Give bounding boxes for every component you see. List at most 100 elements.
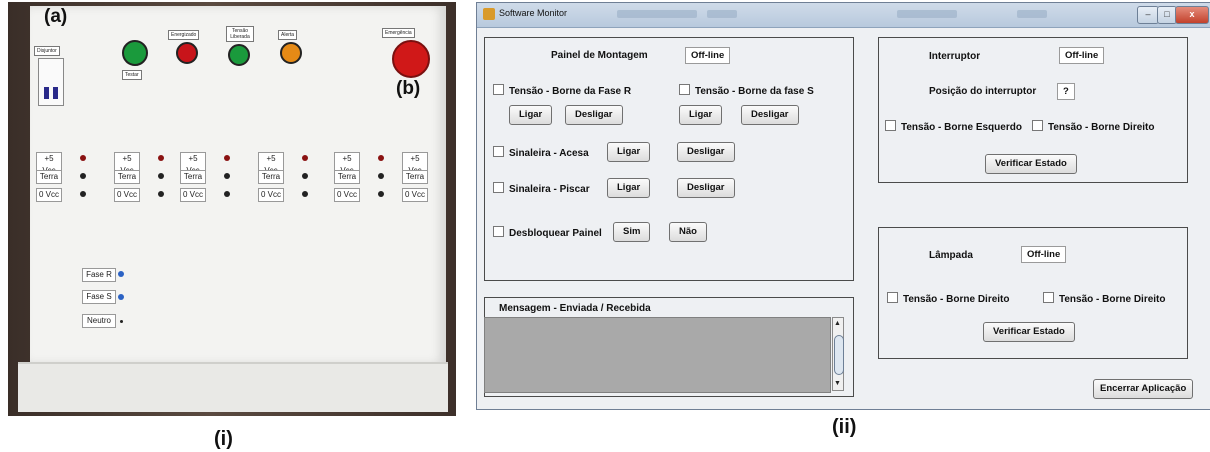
check-desbloquear[interactable]: Desbloquear Painel xyxy=(493,226,602,239)
verificar-lampada-button[interactable]: Verificar Estado xyxy=(983,322,1075,342)
title-bar[interactable]: Software Monitor – □ x xyxy=(477,3,1210,28)
check-sinaleira-piscar[interactable]: Sinaleira - Piscar xyxy=(493,182,590,195)
indicator-lamp-green xyxy=(228,44,250,66)
terminal-label: Terra xyxy=(114,170,140,184)
painel-status: Off-line xyxy=(685,47,731,64)
encerrar-button[interactable]: Encerrar Aplicação xyxy=(1093,379,1194,399)
checkbox[interactable] xyxy=(679,84,690,95)
terminal-jack xyxy=(378,191,384,197)
message-scrollbar[interactable]: ▲ ▼ xyxy=(832,317,844,391)
terminal-jack xyxy=(158,155,164,161)
scroll-up-arrow-icon[interactable]: ▲ xyxy=(834,320,841,327)
check-borne-direito[interactable]: Tensão - Borne Direito xyxy=(1032,120,1155,133)
blurred-title-4 xyxy=(1017,10,1047,18)
ligar-piscar-button[interactable]: Ligar xyxy=(607,178,651,198)
ligar-fase-s-button[interactable]: Ligar xyxy=(679,105,723,125)
breaker-device xyxy=(38,58,64,106)
terminal-label: Terra xyxy=(36,170,62,184)
desbloquear-label: Desbloquear Painel xyxy=(509,228,602,239)
painel-montagem-panel: Painel de Montagem Off-line Tensão - Bor… xyxy=(484,37,854,281)
blurred-title-3 xyxy=(897,10,957,18)
checkbox[interactable] xyxy=(1043,292,1054,303)
terminal-label: 0 Vcc xyxy=(180,188,206,202)
phase-label-s: Fase S xyxy=(82,290,116,304)
phase-terminal-r xyxy=(118,271,124,277)
caption-right: (ii) xyxy=(832,416,857,438)
desligar-piscar-button[interactable]: Desligar xyxy=(677,178,735,198)
message-textarea[interactable] xyxy=(484,317,831,393)
phase-label-neutro: Neutro xyxy=(82,314,116,328)
minimize-button[interactable]: – xyxy=(1137,6,1159,24)
phase-terminal-s xyxy=(118,294,124,300)
terminal-jack xyxy=(378,173,384,179)
scroll-down-arrow-icon[interactable]: ▼ xyxy=(834,380,841,387)
borne-direito-label: Tensão - Borne Direito xyxy=(1048,122,1155,133)
check-fase-s-label: Tensão - Borne da fase S xyxy=(695,86,814,97)
terminal-label: 0 Vcc xyxy=(258,188,284,202)
checkbox[interactable] xyxy=(887,292,898,303)
check-lampada-1[interactable]: Tensão - Borne Direito xyxy=(887,292,1010,305)
ligar-acesa-button[interactable]: Ligar xyxy=(607,142,651,162)
terminal-jack xyxy=(80,191,86,197)
terminal-jack xyxy=(158,173,164,179)
desligar-fase-r-button[interactable]: Desligar xyxy=(565,105,623,125)
desligar-fase-s-button[interactable]: Desligar xyxy=(741,105,799,125)
sinaleira-piscar-label: Sinaleira - Piscar xyxy=(509,184,590,195)
desligar-acesa-button[interactable]: Desligar xyxy=(677,142,735,162)
panel-shelf xyxy=(18,362,448,412)
checkbox[interactable] xyxy=(885,120,896,131)
checkbox[interactable] xyxy=(493,226,504,237)
checkbox[interactable] xyxy=(1032,120,1043,131)
terminal-jack xyxy=(80,173,86,179)
terminal-label: Terra xyxy=(258,170,284,184)
lampada-title: Lâmpada xyxy=(929,250,973,261)
borne-esquerdo-label: Tensão - Borne Esquerdo xyxy=(901,122,1022,133)
indicator-lamp-red xyxy=(176,42,198,64)
interruptor-status: Off-line xyxy=(1059,47,1105,64)
lampada-check-2-label: Tensão - Borne Direito xyxy=(1059,294,1166,305)
lampada-check-1-label: Tensão - Borne Direito xyxy=(903,294,1010,305)
mensagem-title: Mensagem - Enviada / Recebida xyxy=(499,303,651,314)
hardware-panel-photo: Disjuntor Testar Energizado Tensão Liber… xyxy=(8,2,456,416)
terminal-jack xyxy=(224,173,230,179)
verificar-interruptor-button[interactable]: Verificar Estado xyxy=(985,154,1077,174)
emergency-button xyxy=(392,40,430,78)
indicator-label-tensao: Tensão Liberada xyxy=(226,26,254,42)
check-fase-s[interactable]: Tensão - Borne da fase S xyxy=(679,84,814,97)
terminal-jack xyxy=(302,155,308,161)
terminal-label: 0 Vcc xyxy=(36,188,62,202)
scroll-thumb[interactable] xyxy=(834,335,844,375)
terminal-jack xyxy=(158,191,164,197)
terminal-jack xyxy=(302,173,308,179)
sim-button[interactable]: Sim xyxy=(613,222,651,242)
software-monitor-window: Software Monitor – □ x Painel de Montage… xyxy=(476,2,1210,410)
terminal-label: Terra xyxy=(334,170,360,184)
indicator-label-alerta: Alerta xyxy=(278,30,298,40)
check-sinaleira-acesa[interactable]: Sinaleira - Acesa xyxy=(493,146,589,159)
checkbox[interactable] xyxy=(493,182,504,193)
sinaleira-acesa-label: Sinaleira - Acesa xyxy=(509,148,589,159)
check-fase-r-label: Tensão - Borne da Fase R xyxy=(509,86,632,97)
checkbox[interactable] xyxy=(493,146,504,157)
check-lampada-2[interactable]: Tensão - Borne Direito xyxy=(1043,292,1166,305)
maximize-button[interactable]: □ xyxy=(1157,6,1177,24)
indicator-lamp-orange xyxy=(280,42,302,64)
blurred-title-1 xyxy=(617,10,697,18)
label-a: (a) xyxy=(44,6,68,27)
terminal-jack xyxy=(224,191,230,197)
nao-button[interactable]: Não xyxy=(669,222,707,242)
lampada-panel: Lâmpada Off-line Tensão - Borne Direito … xyxy=(878,227,1188,359)
posicao-label: Posição do interruptor xyxy=(929,86,1037,97)
test-button-green xyxy=(122,40,148,66)
breaker-label: Disjuntor xyxy=(34,46,60,56)
posicao-value: ? xyxy=(1057,83,1075,100)
interruptor-title: Interruptor xyxy=(929,51,981,62)
ligar-fase-r-button[interactable]: Ligar xyxy=(509,105,553,125)
java-app-icon xyxy=(483,8,495,20)
terminal-label: Terra xyxy=(180,170,206,184)
label-b: (b) xyxy=(396,78,421,99)
check-borne-esquerdo[interactable]: Tensão - Borne Esquerdo xyxy=(885,120,1022,133)
check-fase-r[interactable]: Tensão - Borne da Fase R xyxy=(493,84,631,97)
checkbox[interactable] xyxy=(493,84,504,95)
close-button[interactable]: x xyxy=(1175,6,1209,24)
